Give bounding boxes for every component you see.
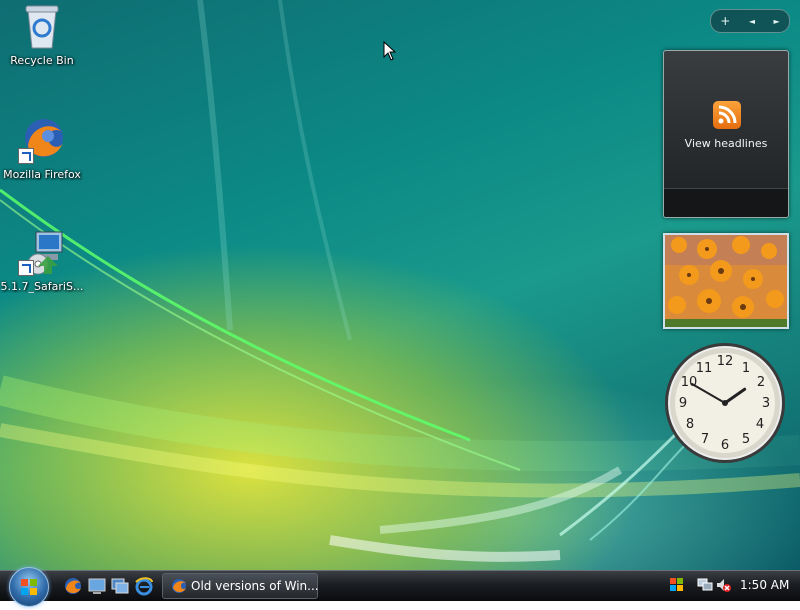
svg-text:12: 12 <box>717 354 734 369</box>
switch-windows-icon <box>111 578 129 594</box>
rss-feed-icon <box>713 101 741 129</box>
desktop-icon-firefox[interactable]: Mozilla Firefox <box>0 116 84 181</box>
desktop-icon-label: 5.1.7_SafariS... <box>0 280 84 293</box>
feed-headlines-gadget[interactable]: View headlines <box>663 50 789 218</box>
add-gadget-button[interactable]: + <box>720 14 730 28</box>
svg-text:11: 11 <box>696 361 713 376</box>
analog-clock: 12 1 2 3 4 5 6 7 8 9 10 11 <box>665 343 785 463</box>
windows-update-icon[interactable] <box>669 577 685 593</box>
desktop-icon-safari-installer[interactable]: 5.1.7_SafariS... <box>0 228 84 293</box>
svg-text:1: 1 <box>742 361 750 376</box>
internet-explorer-icon <box>135 577 153 596</box>
network-icon[interactable] <box>697 577 713 593</box>
quicklaunch-show-desktop[interactable] <box>87 576 107 596</box>
svg-text:8: 8 <box>686 417 694 432</box>
flower-photo <box>665 235 787 327</box>
mouse-cursor-icon <box>383 41 397 61</box>
slideshow-gadget[interactable] <box>663 233 789 329</box>
quicklaunch-switch-windows[interactable] <box>110 576 130 596</box>
desktop-icon-label: Recycle Bin <box>10 54 74 67</box>
taskbar-item-label: Old versions of Win... <box>191 579 319 593</box>
clock-gadget[interactable]: 12 1 2 3 4 5 6 7 8 9 10 11 <box>662 340 788 466</box>
firefox-icon <box>65 578 81 594</box>
feed-gadget-footer <box>664 188 788 217</box>
shortcut-arrow-icon <box>18 148 34 164</box>
desktop-icon-recycle-bin[interactable]: Recycle Bin <box>0 2 84 67</box>
desktop-icon-label: Mozilla Firefox <box>3 168 81 181</box>
quicklaunch-internet-explorer[interactable] <box>134 576 154 596</box>
taskbar-clock[interactable]: 1:50 AM <box>740 578 789 592</box>
sidebar-controls: + ◄ ► <box>710 9 790 33</box>
windows-logo-icon <box>21 579 37 595</box>
svg-text:3: 3 <box>762 396 770 411</box>
recycle-bin-icon <box>18 2 66 50</box>
svg-text:2: 2 <box>757 375 765 390</box>
svg-text:5: 5 <box>742 432 750 447</box>
previous-gadgets-button[interactable]: ◄ <box>749 17 755 26</box>
quicklaunch-firefox[interactable] <box>63 576 83 596</box>
view-headlines-link[interactable]: View headlines <box>664 137 788 150</box>
next-gadgets-button[interactable]: ► <box>774 17 780 26</box>
volume-muted-icon[interactable] <box>715 577 731 593</box>
svg-text:10: 10 <box>681 375 698 390</box>
firefox-icon <box>18 116 66 164</box>
svg-text:7: 7 <box>701 432 709 447</box>
shortcut-arrow-icon <box>18 260 34 276</box>
taskbar-item-firefox[interactable]: Old versions of Win... <box>162 573 319 599</box>
desktop[interactable]: Recycle Bin Mozilla Firefox 5.1.7_Safari… <box>0 0 800 570</box>
taskbar: Old versions of Win... 1:50 AM <box>0 567 800 607</box>
firefox-icon <box>172 579 186 593</box>
svg-text:4: 4 <box>756 417 764 432</box>
show-desktop-icon <box>88 578 106 594</box>
installer-icon <box>18 228 66 276</box>
svg-text:6: 6 <box>721 438 729 453</box>
start-button[interactable] <box>9 567 49 607</box>
svg-text:9: 9 <box>679 396 687 411</box>
